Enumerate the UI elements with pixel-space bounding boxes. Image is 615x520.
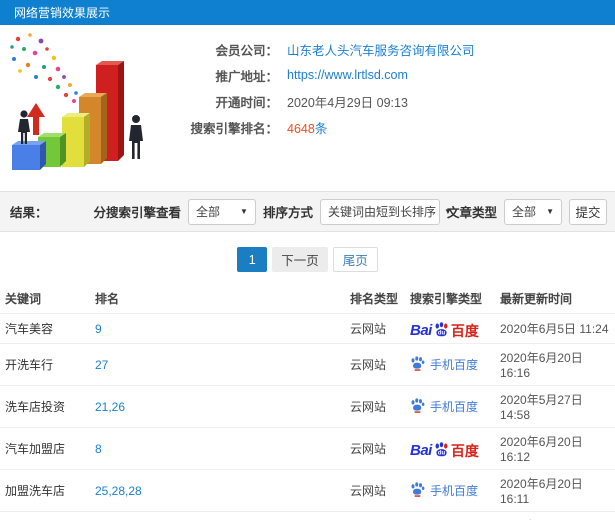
rank-link[interactable]: 9 (95, 322, 102, 336)
header-updated: 最新更新时间 (500, 292, 573, 306)
rank-type-cell: 云网站 (345, 427, 405, 470)
mobile-baidu-logo: 手机百度 (410, 481, 478, 500)
updated-cell: 2020年6月20日 16:16 (495, 343, 615, 386)
sort-filter-label: 排序方式 (262, 206, 313, 220)
header-rank: 排名 (95, 292, 120, 306)
mobile-baidu-text: 手机百度 (430, 484, 479, 498)
confetti-dots (10, 33, 84, 103)
keyword-cell: 加盟洗车店 (0, 469, 90, 512)
baidu-bai-text: Bai (410, 442, 432, 459)
table-body: 汽车美容 9 云网站 Bai du 百度 2020年6月5日 11:24 开洗车… (0, 313, 615, 520)
rank-count-unit[interactable]: 条 (315, 122, 328, 136)
header-rank-type: 排名类型 (350, 292, 399, 306)
page-last-button[interactable]: 尾页 (332, 247, 378, 272)
mobile-baidu-logo: 手机百度 (410, 397, 478, 416)
bar-yellow (62, 113, 90, 167)
hero-section: 会员公司： 山东老人头汽车服务咨询有限公司 推广地址： https://www.… (0, 25, 615, 191)
rank-count-number: 4648 (287, 121, 315, 136)
bar-blue (12, 141, 46, 170)
table-row: 洗车赚钱吗 30 云网站 Bai du 百度 (0, 511, 615, 520)
sort-select-value: 关键词由短到长排序 (327, 205, 436, 219)
rank-type-cell: 云网站 (345, 511, 405, 520)
filter-bar: 结果： 分搜索引擎查看 全部 ▼ 排序方式 关键词由短到长排序 ▼ 文章类型 全… (0, 191, 615, 232)
rank-link[interactable]: 8 (95, 442, 102, 456)
page-next-button[interactable]: 下一页 (272, 247, 328, 272)
keyword-cell: 汽车美容 (0, 313, 90, 344)
table-row: 汽车美容 9 云网站 Bai du 百度 2020年6月5日 11:24 (0, 313, 615, 344)
header-keyword: 关键词 (5, 292, 42, 306)
engine-select[interactable]: 全部 ▼ (187, 198, 256, 225)
updated-cell: 2020年6月20日 16:12 (495, 427, 615, 470)
baidu-bai-text: Bai (410, 322, 432, 339)
result-label: 结果： (10, 206, 48, 220)
engine-select-value: 全部 (195, 205, 220, 219)
rank-type-cell: 云网站 (345, 385, 405, 428)
figure-right (129, 115, 143, 159)
page-current[interactable]: 1 (237, 247, 268, 272)
company-link[interactable]: 山东老人头汽车服务咨询有限公司 (287, 44, 475, 58)
table-row: 加盟洗车店 25,28,28 云网站 Bai du 百度 (0, 469, 615, 512)
submit-button[interactable]: 提交 (569, 198, 607, 225)
header-bar: 网络营销效果展示 (0, 0, 615, 25)
baidu-cn-text: 百度 (450, 443, 479, 459)
mobile-baidu-paw-icon (410, 355, 425, 374)
table-row: 洗车店投资 21,26 云网站 Bai du 百度 (0, 385, 615, 428)
rank-type-cell: 云网站 (345, 469, 405, 512)
article-select-value: 全部 (512, 205, 537, 219)
keyword-cell: 开洗车行 (0, 343, 90, 386)
article-type-label: 文章类型 (446, 206, 497, 220)
svg-text:du: du (438, 331, 446, 337)
header-engine-type: 搜索引擎类型 (410, 292, 483, 306)
url-label: 推广地址： (215, 69, 278, 84)
updated-cell: 2020年6月20日 16:11 (495, 469, 615, 512)
company-row: 会员公司： 山东老人头汽车服务咨询有限公司 (178, 36, 615, 62)
keyword-cell: 洗车赚钱吗 (0, 511, 90, 520)
pagination: 1 下一页 尾页 (0, 247, 615, 272)
mobile-baidu-text: 手机百度 (430, 400, 479, 414)
rank-link[interactable]: 25,28,28 (95, 484, 142, 498)
mobile-baidu-text: 手机百度 (430, 358, 479, 372)
company-info-panel: 会员公司： 山东老人头汽车服务咨询有限公司 推广地址： https://www.… (178, 25, 615, 191)
updated-cell: 2020年6月5日 11:24 (495, 313, 615, 344)
filter-controls: 分搜索引擎查看 全部 ▼ 排序方式 关键词由短到长排序 ▼ 文章类型 全部 ▼ … (93, 198, 607, 225)
opened-value: 2020年4月29日 09:13 (287, 95, 408, 110)
chevron-down-icon: ▼ (546, 207, 554, 216)
baidu-cn-text: 百度 (450, 323, 479, 339)
baidu-logo: Bai du 百度 (410, 439, 479, 458)
opened-row: 开通时间： 2020年4月29日 09:13 (178, 88, 615, 114)
rank-type-cell: 云网站 (345, 343, 405, 386)
growth-chart-illustration (0, 25, 178, 191)
url-row: 推广地址： https://www.lrtlsd.com (178, 62, 615, 88)
rank-link[interactable]: 21,26 (95, 400, 125, 414)
baidu-logo: Bai du 百度 (410, 319, 479, 338)
updated-cell: 2020年5月27日 14:58 (495, 385, 615, 428)
engine-filter-label: 分搜索引擎查看 (93, 206, 181, 220)
baidu-paw-icon: du (433, 321, 450, 340)
mobile-baidu-paw-icon (410, 481, 425, 500)
page-title: 网络营销效果展示 (14, 6, 111, 20)
mobile-baidu-logo: 手机百度 (410, 355, 478, 374)
baidu-paw-icon: du (433, 441, 450, 460)
article-type-select[interactable]: 全部 ▼ (504, 198, 562, 225)
table-header-row: 关键词 排名 排名类型 搜索引擎类型 最新更新时间 (0, 284, 615, 314)
bar-chart-growth-graphic (10, 33, 143, 170)
rank-count-row: 搜索引擎排名： 4648条 (178, 114, 615, 140)
results-table: 关键词 排名 排名类型 搜索引擎类型 最新更新时间 汽车美容 9 云网站 Bai… (0, 284, 615, 520)
svg-text:du: du (438, 451, 446, 457)
opened-label: 开通时间： (215, 95, 278, 110)
company-label: 会员公司： (215, 43, 278, 58)
rank-count-label: 搜索引擎排名： (190, 121, 278, 136)
keyword-cell: 汽车加盟店 (0, 427, 90, 470)
updated-cell: 2020年6月20日 16:12 (495, 511, 615, 520)
sort-select[interactable]: 关键词由短到长排序 ▼ (319, 198, 452, 225)
rank-type-cell: 云网站 (345, 313, 405, 344)
mobile-baidu-paw-icon (410, 397, 425, 416)
table-row: 开洗车行 27 云网站 Bai du 百度 (0, 343, 615, 386)
promotion-url-link[interactable]: https://www.lrtlsd.com (287, 68, 408, 82)
rank-link[interactable]: 27 (95, 358, 108, 372)
chevron-down-icon: ▼ (240, 207, 248, 216)
keyword-cell: 洗车店投资 (0, 385, 90, 428)
table-row: 汽车加盟店 8 云网站 Bai du 百度 2020年6月20日 16:12 (0, 427, 615, 470)
